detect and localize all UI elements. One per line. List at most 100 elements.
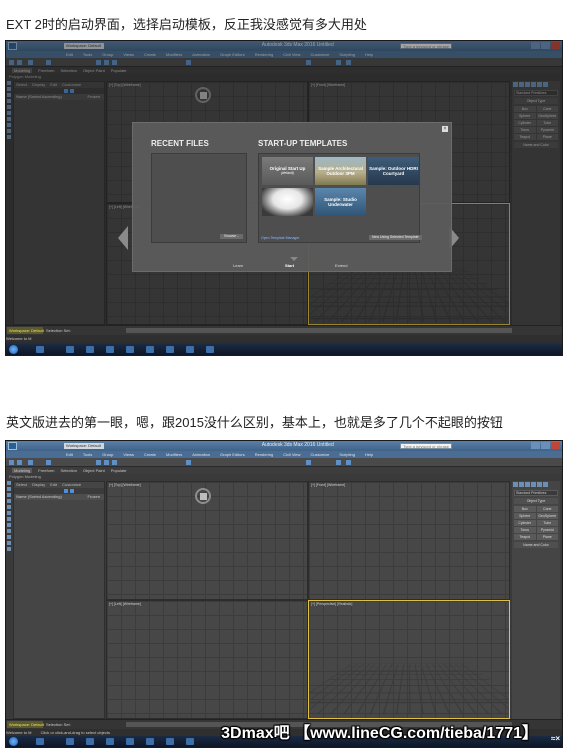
menu-views[interactable]: Views (123, 452, 134, 457)
tool-icon[interactable] (7, 547, 11, 551)
selection-set[interactable]: Selection Set: (46, 721, 71, 728)
taskbar-app-icon[interactable] (126, 738, 134, 745)
explorer-tab-customize[interactable]: Customize (62, 482, 81, 487)
column-frozen[interactable]: Frozen (88, 494, 100, 500)
pyramid-button[interactable]: Pyramid (536, 527, 558, 533)
rollout-object-type[interactable]: Object Type (514, 498, 558, 504)
render-icon[interactable] (346, 460, 351, 465)
select-icon[interactable] (46, 460, 51, 465)
filter-icon[interactable] (64, 489, 68, 493)
tab-modeling[interactable]: Modeling (12, 468, 33, 473)
tool-icon[interactable] (7, 499, 11, 503)
taskbar-app-icon[interactable] (66, 346, 74, 353)
menu-modifiers[interactable]: Modifiers (166, 452, 182, 457)
taskbar-app-icon[interactable] (66, 738, 74, 745)
tool-icon[interactable] (7, 535, 11, 539)
nav-learn[interactable]: Learn (233, 263, 243, 268)
tool-icon[interactable] (7, 529, 11, 533)
cone-button[interactable]: Cone (536, 506, 558, 512)
viewport-front[interactable]: [+] [Front] [Wireframe] (308, 481, 510, 600)
tool-icon[interactable] (7, 511, 11, 515)
tab-populate[interactable]: Populate (111, 468, 127, 473)
search-input[interactable]: Type a keyword or phrase (400, 443, 452, 449)
undo-icon[interactable] (9, 460, 14, 465)
viewport-label[interactable]: [+] [Top] [Wireframe] (109, 483, 141, 487)
recent-files-list[interactable]: Browse... (151, 153, 247, 243)
tool-icon[interactable] (7, 481, 11, 485)
nav-start[interactable]: Start (285, 263, 294, 268)
taskbar-app-icon[interactable] (206, 346, 214, 353)
menu-animation[interactable]: Animation (192, 452, 210, 457)
rollout-name-color[interactable]: Name and Color (514, 542, 558, 548)
sphere-button[interactable]: Sphere (514, 513, 536, 519)
selection-set[interactable]: Selection Set: (46, 327, 71, 334)
tab-selection[interactable]: Selection (60, 468, 76, 473)
menu-civil-view[interactable]: Civil View (283, 452, 300, 457)
timeline[interactable] (126, 328, 512, 333)
tab-freeform[interactable]: Freeform (38, 468, 54, 473)
taskbar-app-icon[interactable] (186, 738, 194, 745)
display-icon[interactable] (537, 482, 542, 487)
create-icon[interactable] (513, 482, 518, 487)
tool-icon[interactable] (7, 493, 11, 497)
taskbar-app-icon[interactable] (106, 346, 114, 353)
torus-button[interactable]: Torus (514, 527, 536, 533)
start-button-icon[interactable] (9, 345, 18, 354)
template-original-startup[interactable]: Original Start Up (default) (262, 157, 313, 185)
taskbar-app-icon[interactable] (36, 738, 44, 745)
start-button-icon[interactable] (9, 737, 18, 746)
taskbar-app-icon[interactable] (126, 346, 134, 353)
menu-customize[interactable]: Customize (310, 452, 329, 457)
explorer-tab-display[interactable]: Display (32, 482, 45, 487)
render-setup-icon[interactable] (336, 460, 341, 465)
browse-button[interactable]: Browse... (220, 234, 243, 239)
close-icon[interactable]: × (442, 126, 448, 132)
menu-graph-editors[interactable]: Graph Editors (220, 452, 245, 457)
column-name[interactable]: Name (Sorted Ascending) (16, 494, 62, 500)
menu-help[interactable]: Help (365, 452, 373, 457)
filter-icon[interactable] (70, 489, 74, 493)
menu-rendering[interactable]: Rendering (255, 452, 273, 457)
hierarchy-icon[interactable] (525, 482, 530, 487)
template-studio[interactable] (262, 188, 313, 216)
nav-extend[interactable]: Extend (335, 263, 347, 268)
rotate-icon[interactable] (104, 460, 109, 465)
taskbar-app-icon[interactable] (146, 346, 154, 353)
previous-arrow-icon[interactable] (118, 226, 128, 250)
menu-tools[interactable]: Tools (83, 452, 92, 457)
minimize-icon[interactable] (531, 442, 540, 449)
workspace-button[interactable]: Workspace: Default (7, 327, 44, 334)
snap-icon[interactable] (186, 460, 191, 465)
workspace-button[interactable]: Workspace: Default (7, 721, 44, 728)
menu-group[interactable]: Group (102, 452, 113, 457)
viewport-perspective[interactable]: [+] [Perspective] [Realistic] (308, 600, 510, 719)
utilities-icon[interactable] (543, 482, 548, 487)
taskbar-app-icon[interactable] (86, 346, 94, 353)
scale-icon[interactable] (112, 460, 117, 465)
maximize-icon[interactable] (541, 442, 550, 449)
motion-icon[interactable] (531, 482, 536, 487)
viewport-label[interactable]: [+] [Perspective] [Realistic] (311, 602, 352, 606)
plane-button[interactable]: Plane (536, 534, 558, 540)
tab-object-paint[interactable]: Object Paint (83, 468, 105, 473)
viewcube-icon[interactable] (195, 488, 211, 504)
taskbar-app-icon[interactable] (166, 738, 174, 745)
template-manager-link[interactable]: Open Template Manager (261, 236, 299, 240)
taskbar-app-icon[interactable] (146, 738, 154, 745)
taskbar-app-icon[interactable] (166, 346, 174, 353)
box-button[interactable]: Box (514, 506, 536, 512)
taskbar-app-icon[interactable] (36, 346, 44, 353)
menu-create[interactable]: Create (144, 452, 156, 457)
viewport-label[interactable]: [+] [Left] [Wireframe] (109, 602, 141, 606)
geosphere-button[interactable]: GeoSphere (536, 513, 558, 519)
taskbar-app-icon[interactable] (186, 346, 194, 353)
menu-scripting[interactable]: Scripting (339, 452, 355, 457)
explorer-tab-select[interactable]: Select (16, 482, 27, 487)
primitive-dropdown[interactable]: Standard Primitives (514, 490, 558, 496)
move-icon[interactable] (96, 460, 101, 465)
tool-icon[interactable] (7, 487, 11, 491)
redo-icon[interactable] (17, 460, 22, 465)
viewport-left[interactable]: [+] [Left] [Wireframe] (106, 600, 308, 719)
template-underwater[interactable]: Sample: Studio Underwater (315, 188, 366, 216)
cylinder-button[interactable]: Cylinder (514, 520, 536, 526)
